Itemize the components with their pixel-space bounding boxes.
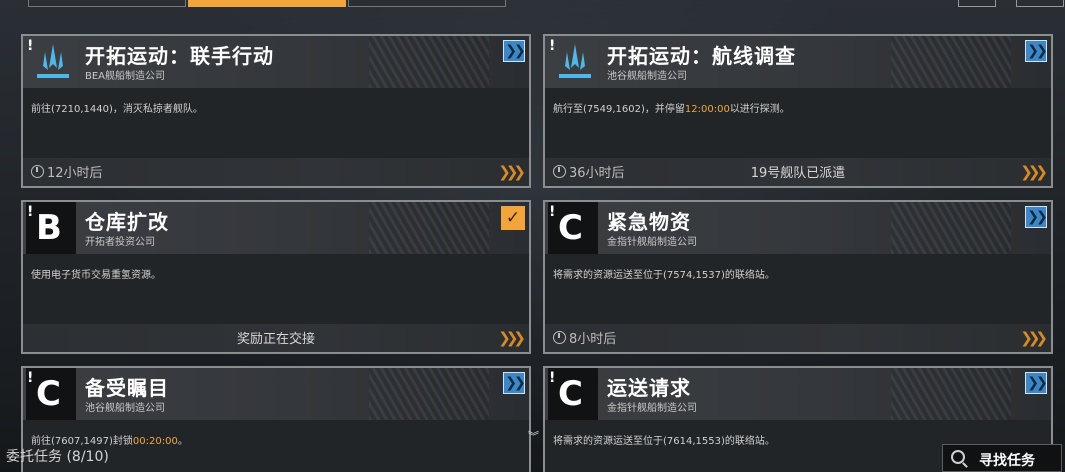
triple-chevron-icon: ❯❯❯ <box>1020 329 1048 347</box>
mission-description: 使用电子货币交易重氢资源。 <box>31 270 161 281</box>
card-footer <box>545 324 1051 352</box>
triple-chevron-icon: ❯❯❯ <box>498 163 526 181</box>
grade-letter: C <box>558 208 583 248</box>
mission-timer: 8小时后 <box>553 328 616 347</box>
find-mission-label: 寻找任务 <box>979 453 1035 469</box>
mission-company: 池谷舰船制造公司 <box>85 403 165 414</box>
desc-text: 航行至(7549,1602)，并停留 <box>553 104 685 115</box>
mission-description: 前往(7607,1497)封锁00:20:00。 <box>31 432 188 447</box>
mission-timer: 12小时后 <box>31 162 103 181</box>
mission-count-label: 委托任务 (8/10) <box>6 449 109 465</box>
grade-badge: C <box>548 368 598 420</box>
double-chevron-right-icon[interactable]: ❯❯ <box>503 40 526 62</box>
grade-badge: C <box>26 368 76 420</box>
mission-company: 金指针舰船制造公司 <box>607 403 697 414</box>
mission-description: 将需求的资源运送至位于(7614,1553)的联络站。 <box>553 436 775 447</box>
mission-title: 紧急物资 <box>607 210 691 234</box>
scroll-down-icon[interactable]: ︾ <box>528 428 539 444</box>
desc-highlight-time: 12:00:00 <box>684 104 730 115</box>
tab-2-active[interactable] <box>188 0 346 7</box>
mission-status: 奖励正在交接 <box>236 332 315 347</box>
mission-card[interactable]: ! 开拓运动：航线调查 池谷舰船制造公司 ❯❯ 航行至(7549,1602)，并… <box>543 34 1053 188</box>
double-chevron-right-icon[interactable]: ❯❯ <box>1025 40 1048 62</box>
mission-card[interactable]: ! 开拓运动：联手行动 BEA舰船制造公司 ❯❯ 前往(7210,1440)，消… <box>21 34 531 188</box>
pioneer-emblem-icon <box>37 44 69 78</box>
timer-text: 12小时后 <box>47 166 103 181</box>
mission-description: 前往(7210,1440)，消灭私掠者舰队。 <box>31 104 203 115</box>
double-chevron-right-icon[interactable]: ❯❯ <box>1025 372 1048 394</box>
double-chevron-right-icon[interactable]: ❯❯ <box>503 372 526 394</box>
double-chevron-right-icon[interactable]: ❯❯ <box>1025 206 1048 228</box>
desc-highlight-time: 00:20:00 <box>132 436 178 447</box>
alert-mark: ! <box>27 204 34 220</box>
grade-letter: B <box>36 208 62 248</box>
pioneer-emblem-icon <box>559 44 591 78</box>
mission-company: 池谷舰船制造公司 <box>607 71 687 82</box>
mission-title: 运送请求 <box>607 376 691 400</box>
mission-description: 航行至(7549,1602)，并停留12:00:00以进行探测。 <box>553 100 790 115</box>
mission-card[interactable]: C ! 紧急物资 金指针舰船制造公司 ❯❯ 将需求的资源运送至位于(7574,1… <box>543 200 1053 354</box>
alert-mark: ! <box>549 370 556 386</box>
mission-title: 开拓运动：航线调查 <box>607 44 796 68</box>
mission-company: BEA舰船制造公司 <box>85 71 166 82</box>
grade-letter: C <box>36 374 61 414</box>
find-mission-button[interactable]: 寻找任务 <box>942 444 1062 472</box>
desc-text-end: 以进行探测。 <box>729 104 790 115</box>
mission-card[interactable]: B ! 仓库扩改 开拓者投资公司 ✓ 使用电子货币交易重氢资源。 奖励正在交接 … <box>21 200 531 354</box>
grade-letter: C <box>558 374 583 414</box>
grade-badge: C <box>548 202 598 254</box>
tab-3[interactable] <box>348 0 506 7</box>
top-tab-bar <box>0 0 1065 8</box>
alert-mark: ! <box>549 204 556 220</box>
grade-badge: B <box>26 202 76 254</box>
mission-company: 开拓者投资公司 <box>85 237 155 248</box>
triple-chevron-icon: ❯❯❯ <box>498 329 526 347</box>
triple-chevron-icon: ❯❯❯ <box>1020 163 1048 181</box>
mission-status: 19号舰队已派遣 <box>750 166 846 181</box>
desc-text-end: 。 <box>177 436 188 447</box>
alert-mark: ! <box>27 370 34 386</box>
check-icon[interactable]: ✓ <box>501 206 525 230</box>
search-icon <box>951 450 965 464</box>
menu-button[interactable] <box>958 0 996 7</box>
mission-description: 将需求的资源运送至位于(7574,1537)的联络站。 <box>553 270 775 281</box>
mission-title: 仓库扩改 <box>85 210 169 234</box>
tab-1[interactable] <box>28 0 186 7</box>
timer-text: 8小时后 <box>569 332 617 347</box>
mission-company: 金指针舰船制造公司 <box>607 237 697 248</box>
clock-icon <box>553 331 566 344</box>
close-button[interactable] <box>1016 0 1064 7</box>
mission-title: 开拓运动：联手行动 <box>85 44 274 68</box>
clock-icon <box>31 165 44 178</box>
mission-title: 备受瞩目 <box>85 376 169 400</box>
